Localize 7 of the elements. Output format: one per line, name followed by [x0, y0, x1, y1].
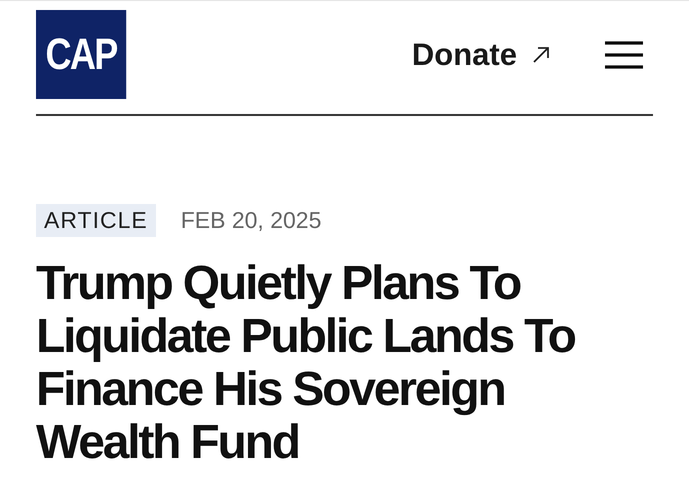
- donate-link[interactable]: Donate: [412, 36, 517, 72]
- article-headline: Trump Quietly Plans To Liquidate Public Lands To Finance His Sovereign Wealth Fund: [36, 257, 576, 469]
- article-type-tag: ARTICLE: [36, 204, 156, 237]
- external-arrow-icon: [531, 44, 551, 64]
- menu-icon[interactable]: [605, 40, 643, 70]
- logo[interactable]: CAP: [36, 10, 126, 99]
- article-date: FEB 20, 2025: [180, 207, 322, 234]
